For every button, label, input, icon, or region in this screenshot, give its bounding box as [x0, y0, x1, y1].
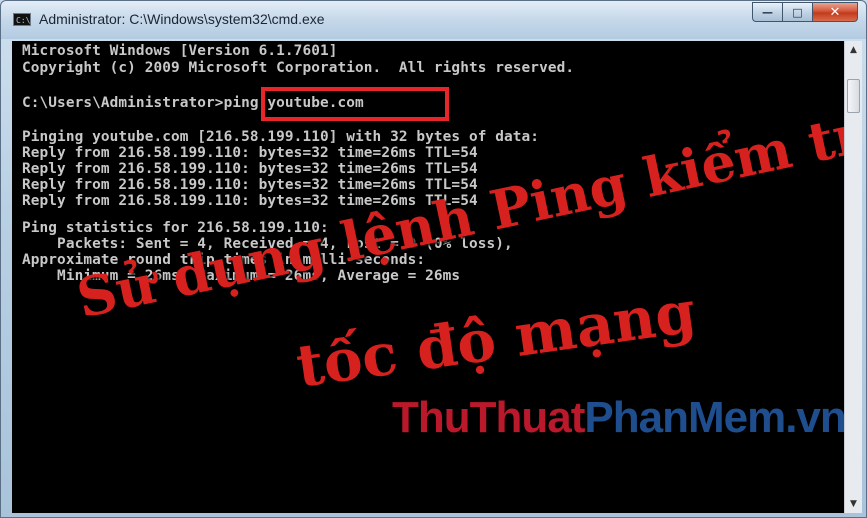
title-bar[interactable]: C:\ Administrator: C:\Windows\system32\c… — [1, 1, 866, 39]
watermark-part1: ThuThuat — [392, 393, 585, 442]
watermark-logo: ThuThuatPhanMem.vn — [392, 393, 844, 443]
console-line: Reply from 216.58.199.110: bytes=32 time… — [22, 177, 478, 193]
scroll-up-arrow-icon[interactable]: ▲ — [847, 43, 860, 57]
console-line: Microsoft Windows [Version 6.1.7601] — [22, 43, 338, 59]
console-line: Copyright (c) 2009 Microsoft Corporation… — [22, 60, 575, 76]
scrollbar-thumb[interactable] — [847, 79, 860, 113]
cmd-icon[interactable]: C:\ — [13, 13, 31, 26]
close-button[interactable]: ✕ — [812, 2, 858, 22]
cmd-window: C:\ Administrator: C:\Windows\system32\c… — [0, 0, 867, 518]
console-line: Pinging youtube.com [216.58.199.110] wit… — [22, 129, 540, 145]
window-controls: — □ ✕ — [752, 2, 858, 24]
overlay-caption-line2: tốc độ mạng — [292, 277, 700, 401]
console-line: Reply from 216.58.199.110: bytes=32 time… — [22, 161, 478, 177]
minimize-button[interactable]: — — [752, 2, 782, 22]
scroll-down-arrow-icon[interactable]: ▼ — [847, 497, 860, 511]
console-output[interactable]: Microsoft Windows [Version 6.1.7601] Cop… — [12, 41, 844, 513]
watermark-part2: PhanMem.vn — [584, 393, 844, 442]
maximize-button[interactable]: □ — [782, 2, 812, 22]
console-line: Reply from 216.58.199.110: bytes=32 time… — [22, 145, 478, 161]
vertical-scrollbar[interactable]: ▲ ▼ — [844, 41, 862, 513]
window-title: Administrator: C:\Windows\system32\cmd.e… — [39, 11, 325, 27]
command-highlight-box — [261, 87, 449, 121]
